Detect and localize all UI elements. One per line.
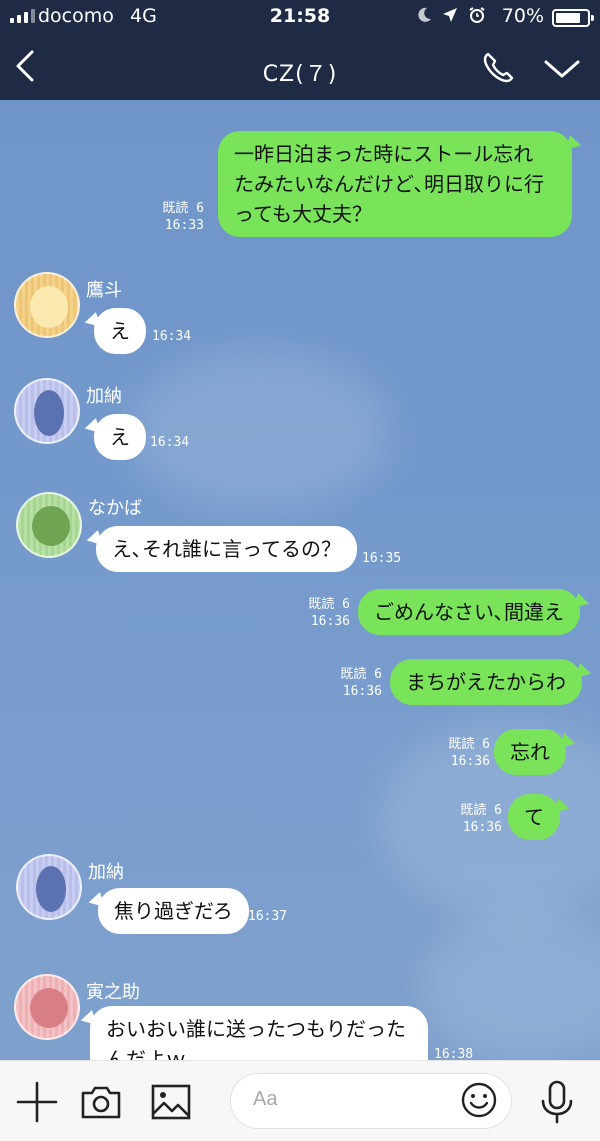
message-bubble-incoming[interactable]: おいおい誰に送ったつもりだった んだよｗ: [90, 1006, 428, 1060]
avatar[interactable]: [14, 974, 80, 1040]
sender-name: 加納: [88, 862, 124, 883]
read-receipt: 既読 6: [162, 201, 204, 216]
message-time: 16:33: [164, 218, 204, 233]
message-time: 16:34: [150, 435, 190, 450]
message-bubble-incoming[interactable]: え､それ誰に言ってるの？: [96, 526, 357, 572]
battery-icon: [552, 9, 594, 27]
microphone-icon[interactable]: [534, 1079, 580, 1125]
avatar[interactable]: [14, 272, 80, 338]
cloud-decoration: [420, 910, 600, 1060]
status-icons: [416, 6, 486, 24]
message-time: 16:36: [310, 614, 350, 629]
chevron-down-icon[interactable]: [542, 52, 582, 86]
message-time: 16:36: [462, 820, 502, 835]
message-time: 16:36: [450, 754, 490, 769]
plus-icon[interactable]: [14, 1079, 60, 1125]
chat-area[interactable]: 一昨日泊まった時にストール忘れ たみたいなんだけど､明日取りに行 っても大丈夫？…: [0, 100, 600, 1060]
message-bubble-outgoing[interactable]: まちがえたからわ: [390, 659, 582, 705]
message-meta: 既読 6 16:36: [436, 736, 490, 770]
message-bubble-outgoing[interactable]: ごめんなさい､間違え: [358, 589, 580, 635]
message-bubble-outgoing[interactable]: 忘れ: [494, 729, 566, 775]
avatar[interactable]: [16, 492, 82, 558]
emoji-icon[interactable]: [460, 1081, 498, 1119]
avatar[interactable]: [16, 854, 82, 920]
read-receipt: 既読 6: [340, 667, 382, 682]
message-time: 16:38: [434, 1047, 474, 1060]
message-time: 16:36: [342, 684, 382, 699]
sender-name: 加納: [86, 386, 122, 407]
avatar[interactable]: [14, 378, 80, 444]
input-bar: Aa: [0, 1060, 600, 1141]
battery-percent: 70%: [501, 5, 544, 27]
cloud-decoration: [130, 350, 390, 510]
message-bubble-incoming[interactable]: え: [94, 308, 146, 354]
message-meta: 既読 6 16:33: [150, 200, 204, 234]
message-meta: 既読 6 16:36: [296, 596, 350, 630]
top-bar: docomo 4G 21:58 70% CZ(７): [0, 0, 600, 100]
message-bubble-outgoing[interactable]: て: [508, 794, 560, 840]
message-time: 16:37: [248, 909, 288, 924]
alarm-icon: [469, 7, 485, 23]
camera-icon[interactable]: [78, 1079, 124, 1125]
read-receipt: 既読 6: [448, 737, 490, 752]
read-receipt: 既読 6: [308, 597, 350, 612]
chat-header: CZ(７): [0, 34, 600, 100]
sender-name: 寅之助: [86, 982, 140, 1003]
message-time: 16:34: [152, 329, 192, 344]
sender-name: なかば: [88, 498, 142, 519]
sender-name: 鷹斗: [86, 280, 122, 301]
moon-icon: [418, 7, 431, 22]
message-bubble-outgoing[interactable]: 一昨日泊まった時にストール忘れ たみたいなんだけど､明日取りに行 っても大丈夫？: [218, 131, 572, 237]
status-bar: docomo 4G 21:58 70%: [0, 0, 600, 34]
message-meta: 既読 6 16:36: [448, 802, 502, 836]
message-meta: 既読 6 16:36: [328, 666, 382, 700]
message-time: 16:35: [362, 551, 402, 566]
read-receipt: 既読 6: [460, 803, 502, 818]
phone-icon[interactable]: [478, 48, 518, 88]
location-icon: [443, 8, 457, 22]
message-bubble-incoming[interactable]: 焦り過ぎだろ: [98, 888, 249, 934]
image-icon[interactable]: [148, 1079, 194, 1125]
message-bubble-incoming[interactable]: え: [94, 414, 146, 460]
